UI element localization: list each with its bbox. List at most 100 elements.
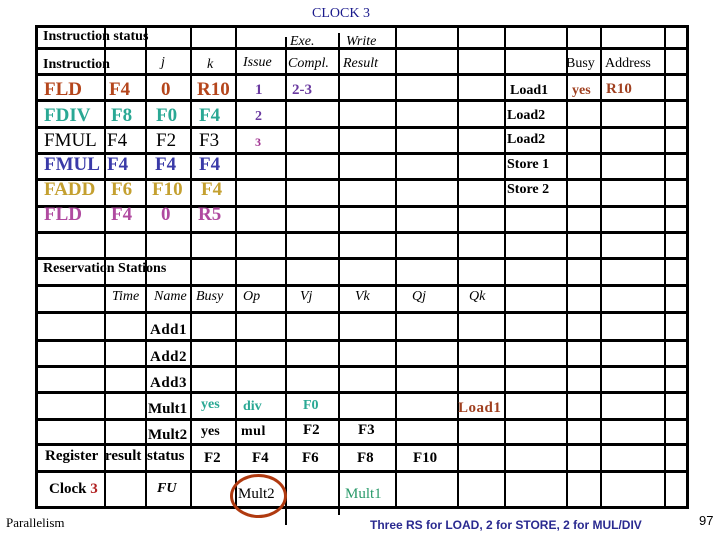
- grid-row-line: [35, 443, 689, 446]
- instr-issue: 2: [255, 109, 262, 124]
- grid-col-line: [285, 37, 287, 525]
- instr-k: F4: [199, 154, 221, 175]
- instr-dest: F4: [111, 204, 133, 225]
- register-name: F10: [413, 450, 438, 466]
- exe-header-top: Exe.: [290, 34, 315, 49]
- instr-issue: 3: [255, 135, 261, 149]
- grid-row-line: [35, 311, 689, 314]
- rs-vj: F2: [303, 422, 320, 438]
- instruction-header: Instruction: [43, 57, 110, 72]
- instr-op: FDIV: [44, 105, 91, 126]
- instr-k: F4: [201, 179, 223, 200]
- instr-dest: F6: [111, 179, 133, 200]
- busy-header: Busy: [566, 56, 595, 71]
- grid-row-line: [35, 73, 689, 76]
- instr-k: F4: [199, 105, 221, 126]
- grid-row-line: [35, 418, 689, 421]
- instr-op: FLD: [44, 204, 82, 225]
- buffer-name: Load2: [507, 132, 546, 147]
- clock-label: Clock 3: [49, 482, 98, 497]
- write-header-bottom: Result: [343, 56, 378, 71]
- instr-exec: 2-3: [292, 82, 312, 98]
- grid-row-line: [35, 152, 689, 155]
- grid-col-line: [664, 25, 666, 509]
- instr-j: F2: [156, 130, 177, 151]
- grid-row-line: [35, 365, 689, 368]
- rs-time-header: Time: [112, 289, 140, 304]
- grid-col-line: [190, 25, 192, 509]
- instr-k: F3: [199, 130, 220, 151]
- address-header: Address: [605, 56, 651, 71]
- instr-j: F10: [152, 179, 183, 200]
- register-name: F8: [357, 450, 374, 466]
- rs-vk: F3: [358, 422, 375, 438]
- buffer-address: R10: [606, 81, 632, 97]
- instr-k: R10: [197, 79, 230, 100]
- instr-j: 0: [161, 79, 171, 100]
- grid-row-line: [35, 231, 689, 234]
- grid-row-line: [35, 391, 689, 394]
- grid-row-line: [35, 470, 689, 473]
- exe-header-bottom: Compl.: [288, 56, 329, 71]
- instr-j: F4: [155, 154, 177, 175]
- rs-qk: Load1: [458, 400, 502, 416]
- rs-name: Add1: [150, 322, 188, 338]
- grid-row-line: [35, 205, 689, 208]
- instr-issue: 1: [255, 82, 263, 98]
- rs-qk-header: Qk: [469, 289, 486, 304]
- instr-op: FLD: [44, 79, 82, 100]
- clock-value: 3: [90, 481, 98, 497]
- issue-header: Issue: [243, 55, 272, 70]
- status-label: status: [147, 448, 185, 464]
- instr-j: F0: [156, 105, 178, 126]
- rs-op: mul: [241, 424, 266, 439]
- rs-vk-header: Vk: [355, 289, 370, 304]
- rs-busy-header: Busy: [196, 289, 224, 304]
- rs-name: Mult2: [148, 427, 188, 443]
- rs-qj-header: Qj: [412, 289, 426, 304]
- register-label: Register: [45, 448, 99, 464]
- rs-op: div: [243, 399, 262, 414]
- register-name: F6: [302, 450, 319, 466]
- buffer-name: Store 2: [507, 182, 550, 197]
- instr-op: FADD: [44, 179, 96, 200]
- footer-note: Three RS for LOAD, 2 for STORE, 2 for MU…: [370, 518, 642, 532]
- j-header: j: [161, 55, 165, 70]
- instr-dest: F8: [111, 105, 133, 126]
- grid-row-line: [35, 284, 689, 287]
- clock-title: CLOCK 3: [312, 6, 370, 21]
- grid-col-line: [235, 25, 237, 509]
- instr-j: 0: [161, 204, 171, 225]
- instruction-status-label: Instruction status: [43, 29, 149, 44]
- highlight-circle: [230, 474, 287, 518]
- instr-dest: F4: [107, 130, 128, 151]
- instr-op: FMUL: [44, 154, 100, 175]
- fu-label: FU: [157, 481, 177, 496]
- write-header-top: Write: [346, 34, 377, 49]
- grid-col-line: [457, 25, 459, 509]
- grid-row-line: [35, 126, 689, 129]
- rs-busy: yes: [201, 424, 220, 439]
- grid-row-line: [35, 339, 689, 342]
- rs-vj-header: Vj: [300, 289, 313, 304]
- grid-col-line: [338, 33, 340, 515]
- reservation-stations-label: Reservation Stations: [43, 261, 167, 276]
- buffer-name: Store 1: [507, 157, 550, 172]
- grid-row-line: [35, 178, 689, 181]
- rs-vj: F0: [303, 398, 319, 413]
- footer-left: Parallelism: [6, 515, 65, 530]
- rs-busy: yes: [201, 397, 220, 412]
- instr-dest: F4: [107, 154, 129, 175]
- result-label: result: [105, 448, 142, 464]
- buffer-name: Load2: [507, 108, 546, 123]
- rs-name: Add3: [150, 375, 188, 391]
- grid-col-line: [395, 25, 397, 509]
- page-number: 97: [699, 513, 714, 528]
- instr-op: FMUL: [44, 130, 97, 151]
- grid-row-line: [35, 99, 689, 102]
- k-header: k: [207, 57, 214, 72]
- grid-col-line: [566, 25, 568, 509]
- register-name: F4: [252, 450, 269, 466]
- register-name: F2: [204, 450, 221, 466]
- instr-dest: F4: [109, 79, 131, 100]
